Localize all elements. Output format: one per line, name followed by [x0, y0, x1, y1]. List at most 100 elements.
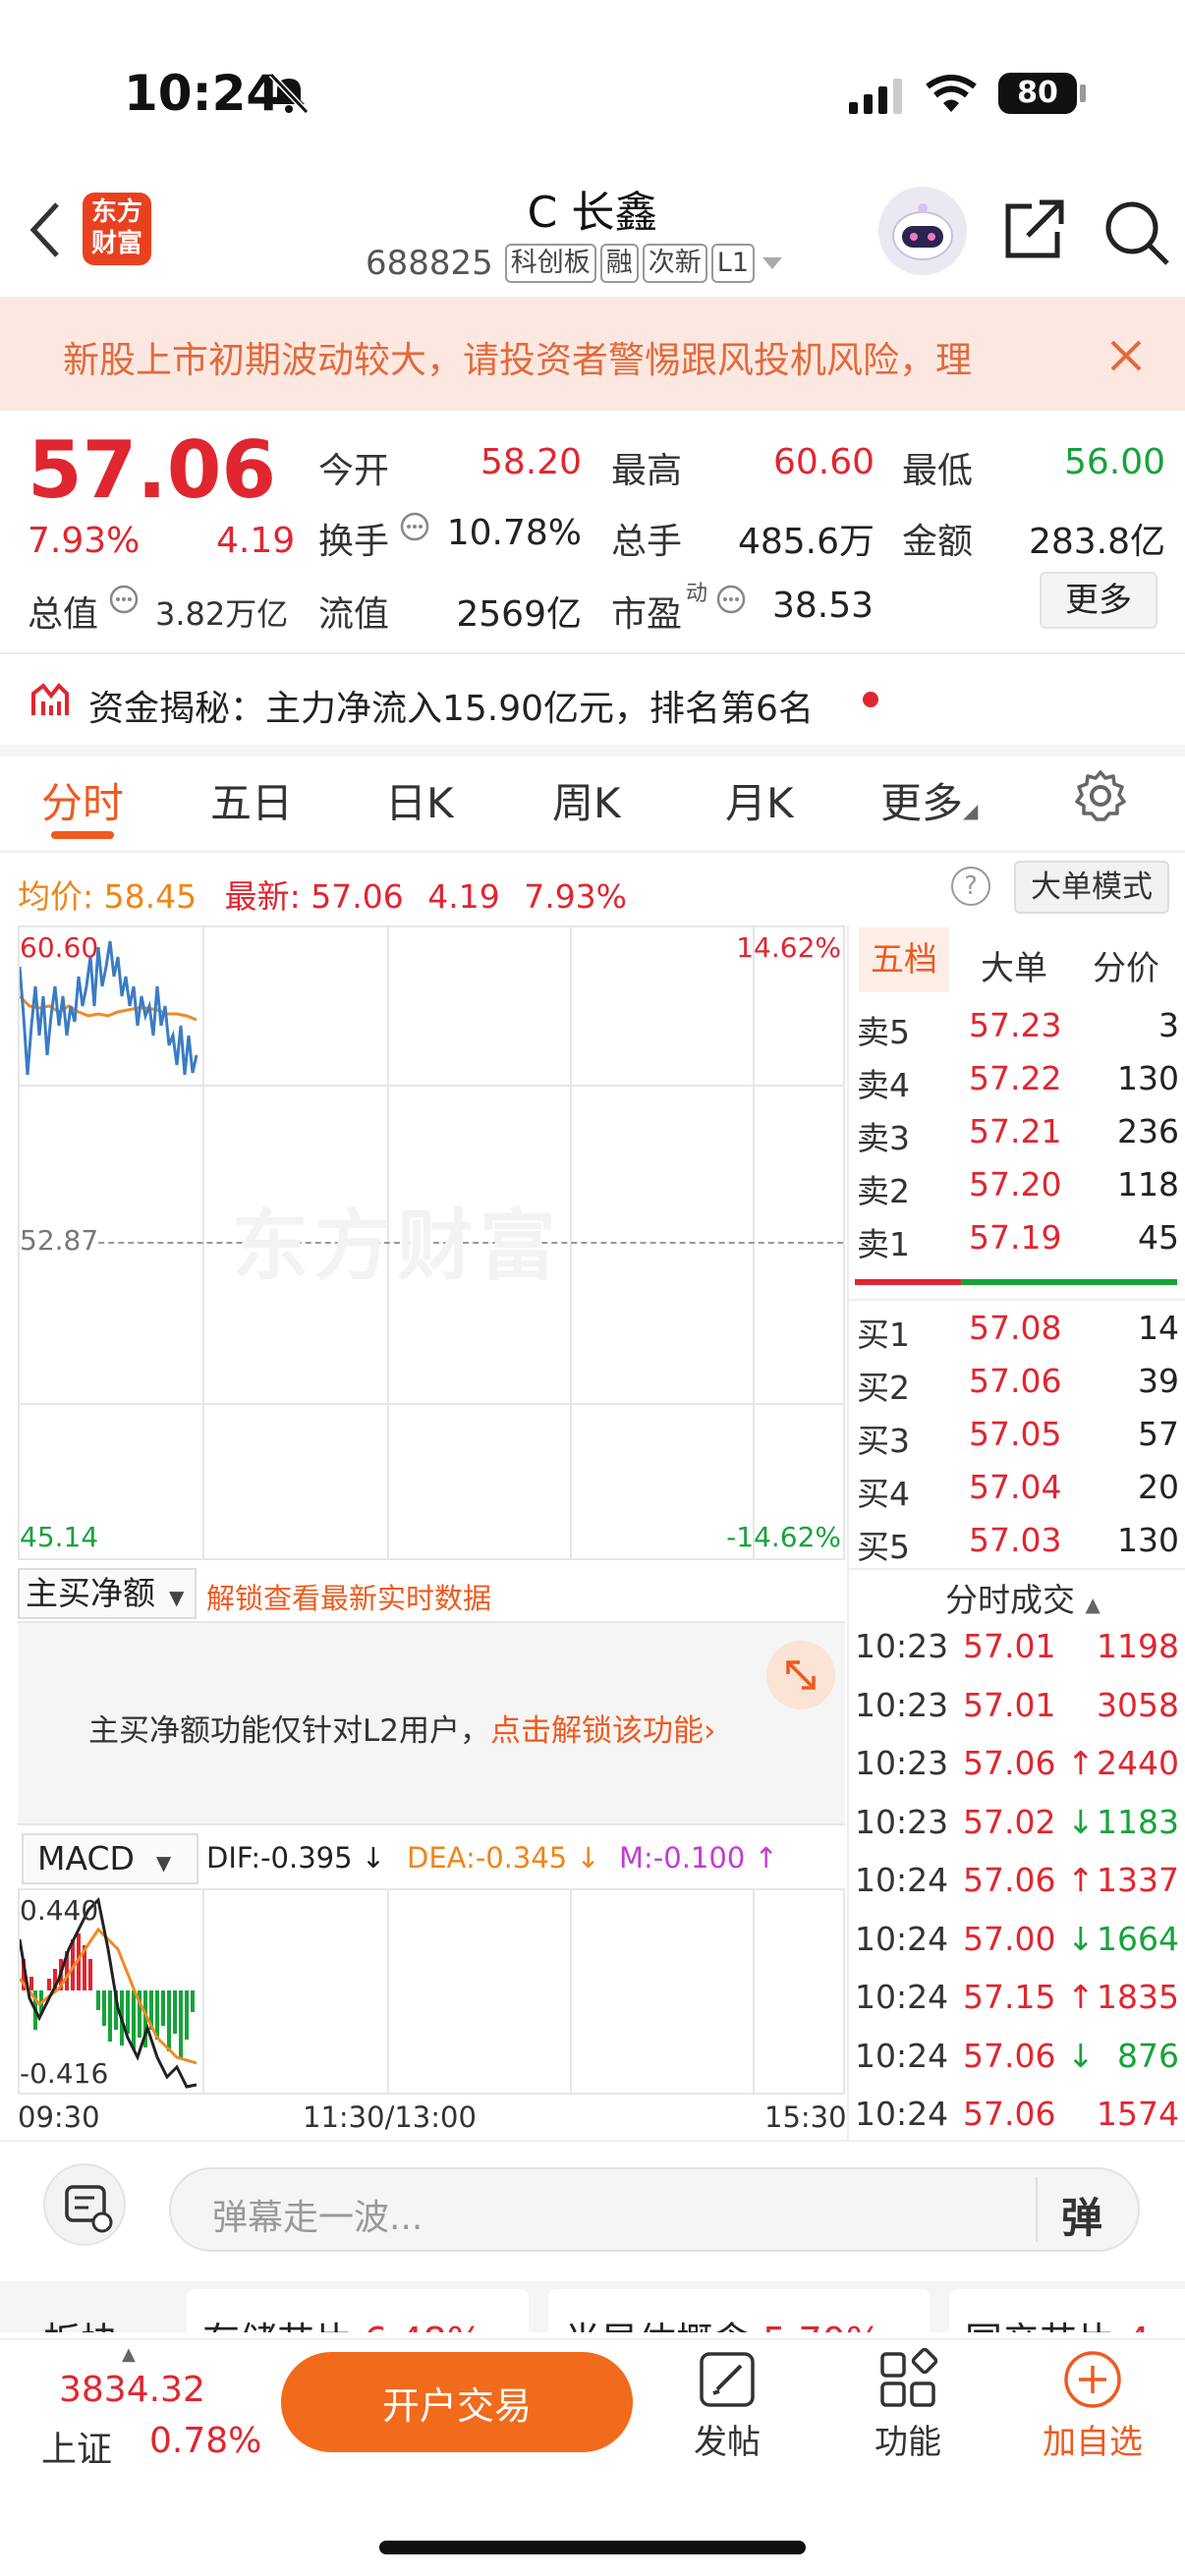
tab-daily-k-label: 日K [385, 779, 454, 827]
macd-chart[interactable]: 0.440 -0.416 [18, 1888, 845, 2095]
macd-plot [20, 1896, 198, 2089]
macd-y-top: 0.440 [20, 1894, 99, 1927]
tab-more[interactable]: 更多◢ [880, 770, 978, 830]
search-icon[interactable] [1100, 196, 1171, 271]
sector-chip[interactable]: 半导体概念 5.70% [548, 2289, 930, 2332]
open-account-trade-button[interactable]: 开户交易 [281, 2352, 633, 2452]
macd-select[interactable]: MACD ▼ [22, 1833, 198, 1884]
volume-value: 485.6万 [737, 522, 875, 562]
trade-time: 10:24 [855, 1861, 949, 1899]
add-watchlist-button[interactable]: 加自选 [1032, 2348, 1154, 2463]
trade-button-label: 开户交易 [381, 2383, 532, 2428]
dropdown-icon: ▼ [155, 1851, 172, 1875]
divider [849, 1299, 1185, 1301]
sector-chip[interactable]: 板块 › [43, 2311, 144, 2332]
trade-time: 10:23 [855, 1744, 949, 1782]
danmu-input[interactable]: 弹幕走一波... 弹 [169, 2167, 1140, 2252]
sector-chip[interactable]: 国产芯片 4 [949, 2289, 1185, 2332]
battery-level: 80 [1017, 76, 1058, 110]
tab-intraday-label: 分时 [41, 779, 125, 827]
trade-volume: 1198 [1097, 1627, 1179, 1665]
tag-margin: 融 [599, 244, 639, 283]
info-icon[interactable] [715, 584, 747, 619]
latest-pct: 7.93% [524, 877, 628, 916]
index-value[interactable]: 3834.32 [59, 2370, 205, 2410]
info-icon[interactable] [108, 584, 140, 619]
pe-label: 市盈 [611, 594, 683, 635]
trade-price: 57.06 [963, 2036, 1056, 2075]
trade-volume: 1664 [1097, 1919, 1179, 1958]
sector-chip[interactable]: 存储芯片 6.48% [187, 2289, 529, 2332]
index-pct: 0.78% [149, 2421, 262, 2461]
trade-time: 10:24 [855, 2095, 949, 2133]
capital-flow-link[interactable]: 资金揭秘：主力净流入15.90亿元，排名第6名 [88, 680, 814, 731]
trade-arrow: ↓ [1067, 1802, 1095, 1841]
tab-weekly-k[interactable]: 周K [552, 770, 621, 830]
trade-arrow: ↓ [1067, 2036, 1095, 2075]
trade-volume: 1574 [1097, 2095, 1179, 2133]
trade-volume: 1337 [1097, 1861, 1179, 1899]
macd-select-label: MACD [37, 1839, 135, 1877]
net-buy-select[interactable]: 主买净额 ▼ [18, 1568, 197, 1619]
trade-volume: 2440 [1097, 1744, 1179, 1782]
tag-new: 次新 [642, 244, 707, 283]
danmu-send-icon[interactable]: 弹 [1061, 2185, 1102, 2245]
trade-time: 10:24 [855, 2036, 949, 2075]
close-icon[interactable] [1108, 338, 1144, 377]
signal-icon [849, 79, 906, 118]
help-icon[interactable]: ? [951, 867, 990, 906]
tab-intraday[interactable]: 分时 [41, 770, 124, 830]
tab-daily-k[interactable]: 日K [385, 770, 454, 830]
high-value: 60.60 [772, 442, 875, 482]
trade-time: 10:23 [855, 1685, 949, 1724]
trades-title[interactable]: 分时成交 ▲ [945, 1574, 1100, 1621]
info-icon[interactable] [399, 511, 430, 546]
divider [849, 1568, 1185, 1570]
macd-m: M:-0.100 ↑ [619, 1841, 778, 1875]
amount-value: 283.8亿 [1028, 522, 1165, 562]
orderbook-tab-five[interactable]: 五档 [859, 927, 949, 992]
post-button[interactable]: 发帖 [688, 2348, 766, 2463]
trades-title-label: 分时成交 [945, 1581, 1075, 1619]
chart-header: 均价: 58.45 最新: 57.06 4.19 7.93% [18, 870, 627, 918]
tab-monthly-k[interactable]: 月K [725, 770, 794, 830]
watchlist-label: 加自选 [1043, 2423, 1143, 2462]
trade-volume: 876 [1117, 2036, 1179, 2075]
tab-weekly-k-label: 周K [552, 779, 621, 827]
mute-icon [267, 71, 310, 120]
tab-five-day-label: 五日 [210, 779, 294, 827]
tab-active-indicator [51, 831, 114, 839]
trade-time: 10:23 [855, 1802, 949, 1841]
danmu-placeholder: 弹幕走一波... [212, 2198, 423, 2238]
open-label: 今开 [318, 451, 390, 491]
intraday-chart[interactable]: 东方财富 60.60 52.87 45.14 14.62% -14.62% [18, 925, 845, 1560]
more-button-label: 更多 [1065, 581, 1132, 620]
settings-gear-icon[interactable] [1073, 768, 1128, 827]
low-label: 最低 [902, 451, 974, 491]
index-name: 上证 [41, 2430, 113, 2470]
orderbook-tab-price[interactable]: 分价 [1093, 941, 1159, 989]
share-icon[interactable] [1002, 196, 1067, 265]
dropdown-icon[interactable] [759, 253, 786, 273]
expand-icon[interactable] [766, 1641, 835, 1709]
grid-icon [880, 2347, 938, 2407]
big-order-mode-button[interactable]: 大单模式 [1014, 861, 1169, 914]
stock-subtitle: 688825 科创板 融 次新 L1 [366, 244, 786, 283]
divider [0, 2140, 1185, 2142]
functions-label: 功能 [875, 2423, 941, 2462]
pct-bottom-label: -14.62% [726, 1521, 841, 1553]
home-indicator [379, 2541, 806, 2554]
robot-avatar-icon[interactable] [878, 187, 967, 275]
unlock-link[interactable]: 点击解锁该功能 [490, 1713, 704, 1749]
tab-five-day[interactable]: 五日 [210, 770, 293, 830]
more-button[interactable]: 更多 [1040, 572, 1157, 629]
orderbook-tab-big[interactable]: 大单 [981, 941, 1047, 989]
functions-button[interactable]: 功能 [869, 2347, 947, 2463]
danmu-settings-icon[interactable] [43, 2163, 126, 2246]
macd-dif: DIF:-0.395 ↓ [206, 1841, 386, 1875]
trade-price: 57.01 [963, 1627, 1056, 1665]
change-pct: 7.93% [28, 521, 141, 561]
macd-y-bottom: -0.416 [20, 2057, 109, 2090]
unlock-hint[interactable]: 解锁查看最新实时数据 [206, 1576, 491, 1617]
latest-change: 4.19 [427, 877, 500, 916]
